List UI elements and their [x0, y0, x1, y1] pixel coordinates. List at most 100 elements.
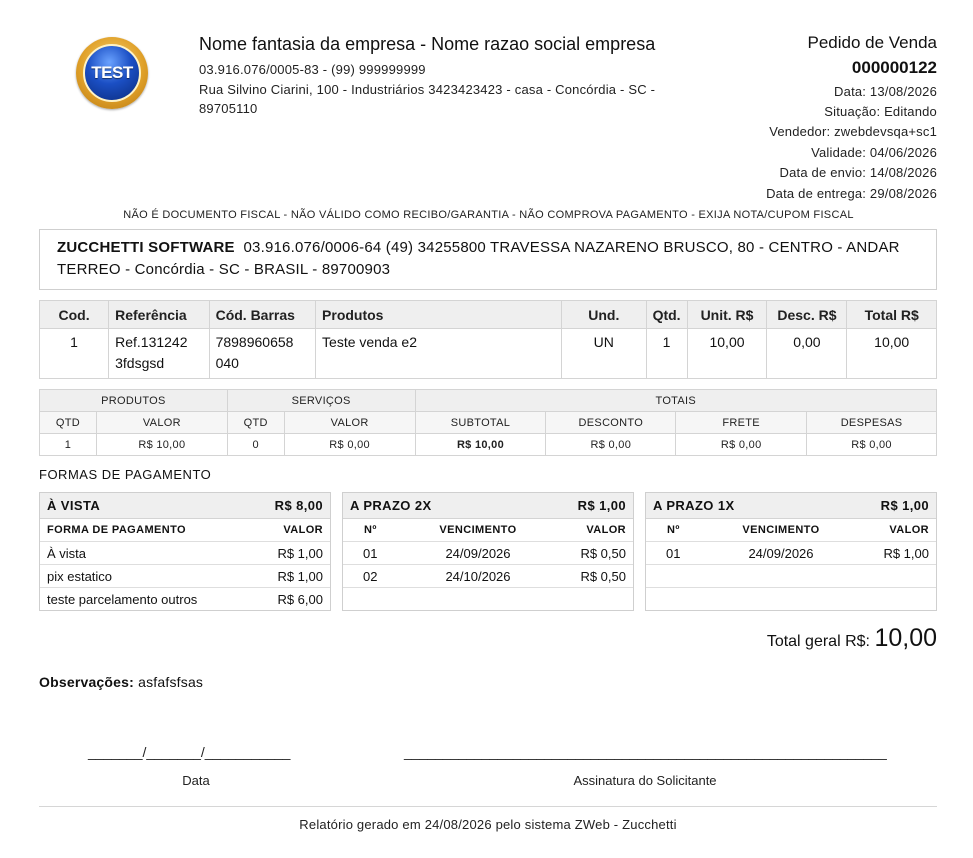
list-item-empty	[646, 565, 936, 588]
items-table: Cod. Referência Cód. Barras Produtos Und…	[38, 300, 937, 379]
item-desc: 0,00	[766, 328, 848, 379]
item-total: 10,00	[846, 328, 937, 379]
col-forma-pagamento: FORMA DE PAGAMENTO	[47, 524, 186, 536]
date-signature-line: _______/_______/___________	[88, 744, 291, 760]
order-title: Pedido de Venda	[807, 33, 937, 52]
footer-divider	[39, 806, 937, 807]
order-delivery-date: Data de entrega: 29/08/2026	[766, 186, 937, 201]
val-desconto: R$ 0,00	[545, 433, 677, 456]
company-doc-phone: 03.916.076/0005-83 - (99) 999999999	[199, 62, 426, 77]
summary-table: PRODUTOS SERVIÇOS TOTAIS QTD VALOR QTD V…	[39, 389, 938, 456]
installment-due-date: 24/09/2026	[748, 545, 814, 561]
company-address: Rua Silvino Ciarini, 100 - Industriários…	[199, 82, 656, 116]
summary-values-row: 1 R$ 10,00 0 R$ 0,00 R$ 10,00 R$ 0,00 R$…	[39, 433, 937, 456]
payment-label: À VISTA	[47, 498, 101, 513]
installment-value: R$ 0,50	[580, 545, 626, 561]
client-name: ZUCCHETTI SOFTWARE	[57, 239, 235, 256]
item-cod-barras: 7898960658 040	[208, 328, 317, 379]
val-frete: R$ 0,00	[675, 433, 808, 456]
col-produtos: Produtos	[315, 300, 562, 329]
payment-col-header: Nº VENCIMENTO VALOR	[646, 519, 936, 542]
val-produtos-qtd: 1	[39, 433, 97, 456]
grand-total-label: Total geral R$:	[766, 633, 870, 650]
list-item: teste parcelamento outros R$ 6,00	[40, 588, 330, 611]
items-header-row: Cod. Referência Cód. Barras Produtos Und…	[38, 300, 937, 329]
order-validity: Validade: 04/06/2026	[811, 145, 937, 160]
requester-signature-line: ________________________________________…	[404, 744, 887, 760]
group-totais: TOTAIS	[414, 389, 938, 412]
payment-col-header: FORMA DE PAGAMENTO VALOR	[40, 519, 330, 542]
item-referencia: Ref.131242 3fdsgsd	[108, 328, 210, 379]
order-status: Situação: Editando	[824, 104, 937, 119]
payments-title: FORMAS DE PAGAMENTO	[39, 467, 212, 482]
observations-label: Observações:	[39, 674, 135, 690]
payment-method: À vista	[47, 545, 87, 561]
client-box: ZUCCHETTI SOFTWARE 03.916.076/0006-64 (4…	[39, 229, 937, 290]
col-valor: VALOR	[586, 524, 626, 536]
col-vencimento: VENCIMENTO	[742, 524, 820, 536]
payment-value: R$ 1,00	[277, 568, 323, 584]
fiscal-disclaimer: NÃO É DOCUMENTO FISCAL - NÃO VÁLIDO COMO…	[123, 209, 854, 221]
col-und: Und.	[561, 300, 647, 329]
col-vencimento: VENCIMENTO	[439, 524, 517, 536]
company-name: Nome fantasia da empresa - Nome razao so…	[199, 34, 656, 54]
item-unit: 10,00	[686, 328, 768, 379]
item-und: UN	[561, 328, 647, 379]
observations: Observações: asfafsfsas	[39, 674, 203, 690]
payment-value: R$ 1,00	[277, 545, 323, 561]
item-produto: Teste venda e2	[315, 328, 562, 379]
item-qtd: 1	[645, 328, 688, 379]
order-ship-date: Data de envio: 14/08/2026	[779, 165, 937, 180]
list-item: 02 24/10/2026 R$ 0,50	[343, 565, 633, 588]
col-qtd: Qtd.	[645, 300, 688, 329]
col-referencia: Referência	[108, 300, 210, 329]
company-logo: TEST	[76, 37, 148, 109]
col-cod-barras: Cód. Barras	[208, 300, 317, 329]
summary-subheader-row: QTD VALOR QTD VALOR SUBTOTAL DESCONTO FR…	[39, 411, 937, 434]
payment-total: R$ 1,00	[577, 498, 626, 513]
installment-number: 02	[363, 568, 378, 584]
val-servicos-valor: R$ 0,00	[283, 433, 416, 456]
payment-box-avista: À VISTA R$ 8,00 FORMA DE PAGAMENTO VALOR…	[39, 492, 331, 611]
col-unit: Unit. R$	[686, 300, 768, 329]
col-valor: VALOR	[283, 524, 323, 536]
table-row: 1 Ref.131242 3fdsgsd 7898960658 040 Test…	[38, 328, 937, 379]
payment-method: pix estatico	[47, 568, 113, 584]
order-number: 000000122	[851, 58, 937, 77]
sub-servicos-valor: VALOR	[283, 411, 416, 434]
payment-head-avista: À VISTA R$ 8,00	[40, 493, 330, 519]
list-item: 01 24/09/2026 R$ 0,50	[343, 542, 633, 565]
col-numero: Nº	[364, 524, 377, 536]
group-produtos: PRODUTOS	[39, 389, 228, 412]
grand-total: Total geral R$: 10,00	[767, 624, 937, 653]
installment-due-date: 24/09/2026	[445, 545, 511, 561]
observations-text: asfafsfsas	[138, 674, 204, 690]
installment-value: R$ 0,50	[580, 568, 626, 584]
col-total: Total R$	[846, 300, 937, 329]
val-despesas: R$ 0,00	[806, 433, 937, 456]
payment-total: R$ 8,00	[274, 498, 323, 513]
sub-servicos-qtd: QTD	[226, 411, 285, 434]
payment-col-header: Nº VENCIMENTO VALOR	[343, 519, 633, 542]
col-valor: VALOR	[889, 524, 929, 536]
installment-number: 01	[666, 545, 681, 561]
list-item: À vista R$ 1,00	[40, 542, 330, 565]
payment-box-prazo-1x: A PRAZO 1X R$ 1,00 Nº VENCIMENTO VALOR 0…	[645, 492, 937, 611]
requester-signature-label: Assinatura do Solicitante	[573, 773, 717, 788]
val-produtos-valor: R$ 10,00	[95, 433, 228, 456]
payment-value: R$ 6,00	[277, 592, 323, 607]
summary-group-row: PRODUTOS SERVIÇOS TOTAIS	[39, 389, 938, 412]
col-desc: Desc. R$	[766, 300, 848, 329]
order-seller: Vendedor: zwebdevsqa+sc1	[769, 124, 937, 139]
sub-produtos-valor: VALOR	[95, 411, 228, 434]
grand-total-value: 10,00	[874, 624, 937, 652]
val-servicos-qtd: 0	[226, 433, 285, 456]
sub-produtos-qtd: QTD	[39, 411, 97, 434]
installment-number: 01	[363, 545, 378, 561]
col-numero: Nº	[667, 524, 680, 536]
payment-box-prazo-2x: A PRAZO 2X R$ 1,00 Nº VENCIMENTO VALOR 0…	[342, 492, 634, 611]
payment-label: A PRAZO 1X	[653, 498, 735, 513]
installment-due-date: 24/10/2026	[445, 568, 511, 584]
val-subtotal: R$ 10,00	[414, 433, 547, 456]
payment-head-prazo-2x: A PRAZO 2X R$ 1,00	[343, 493, 633, 519]
